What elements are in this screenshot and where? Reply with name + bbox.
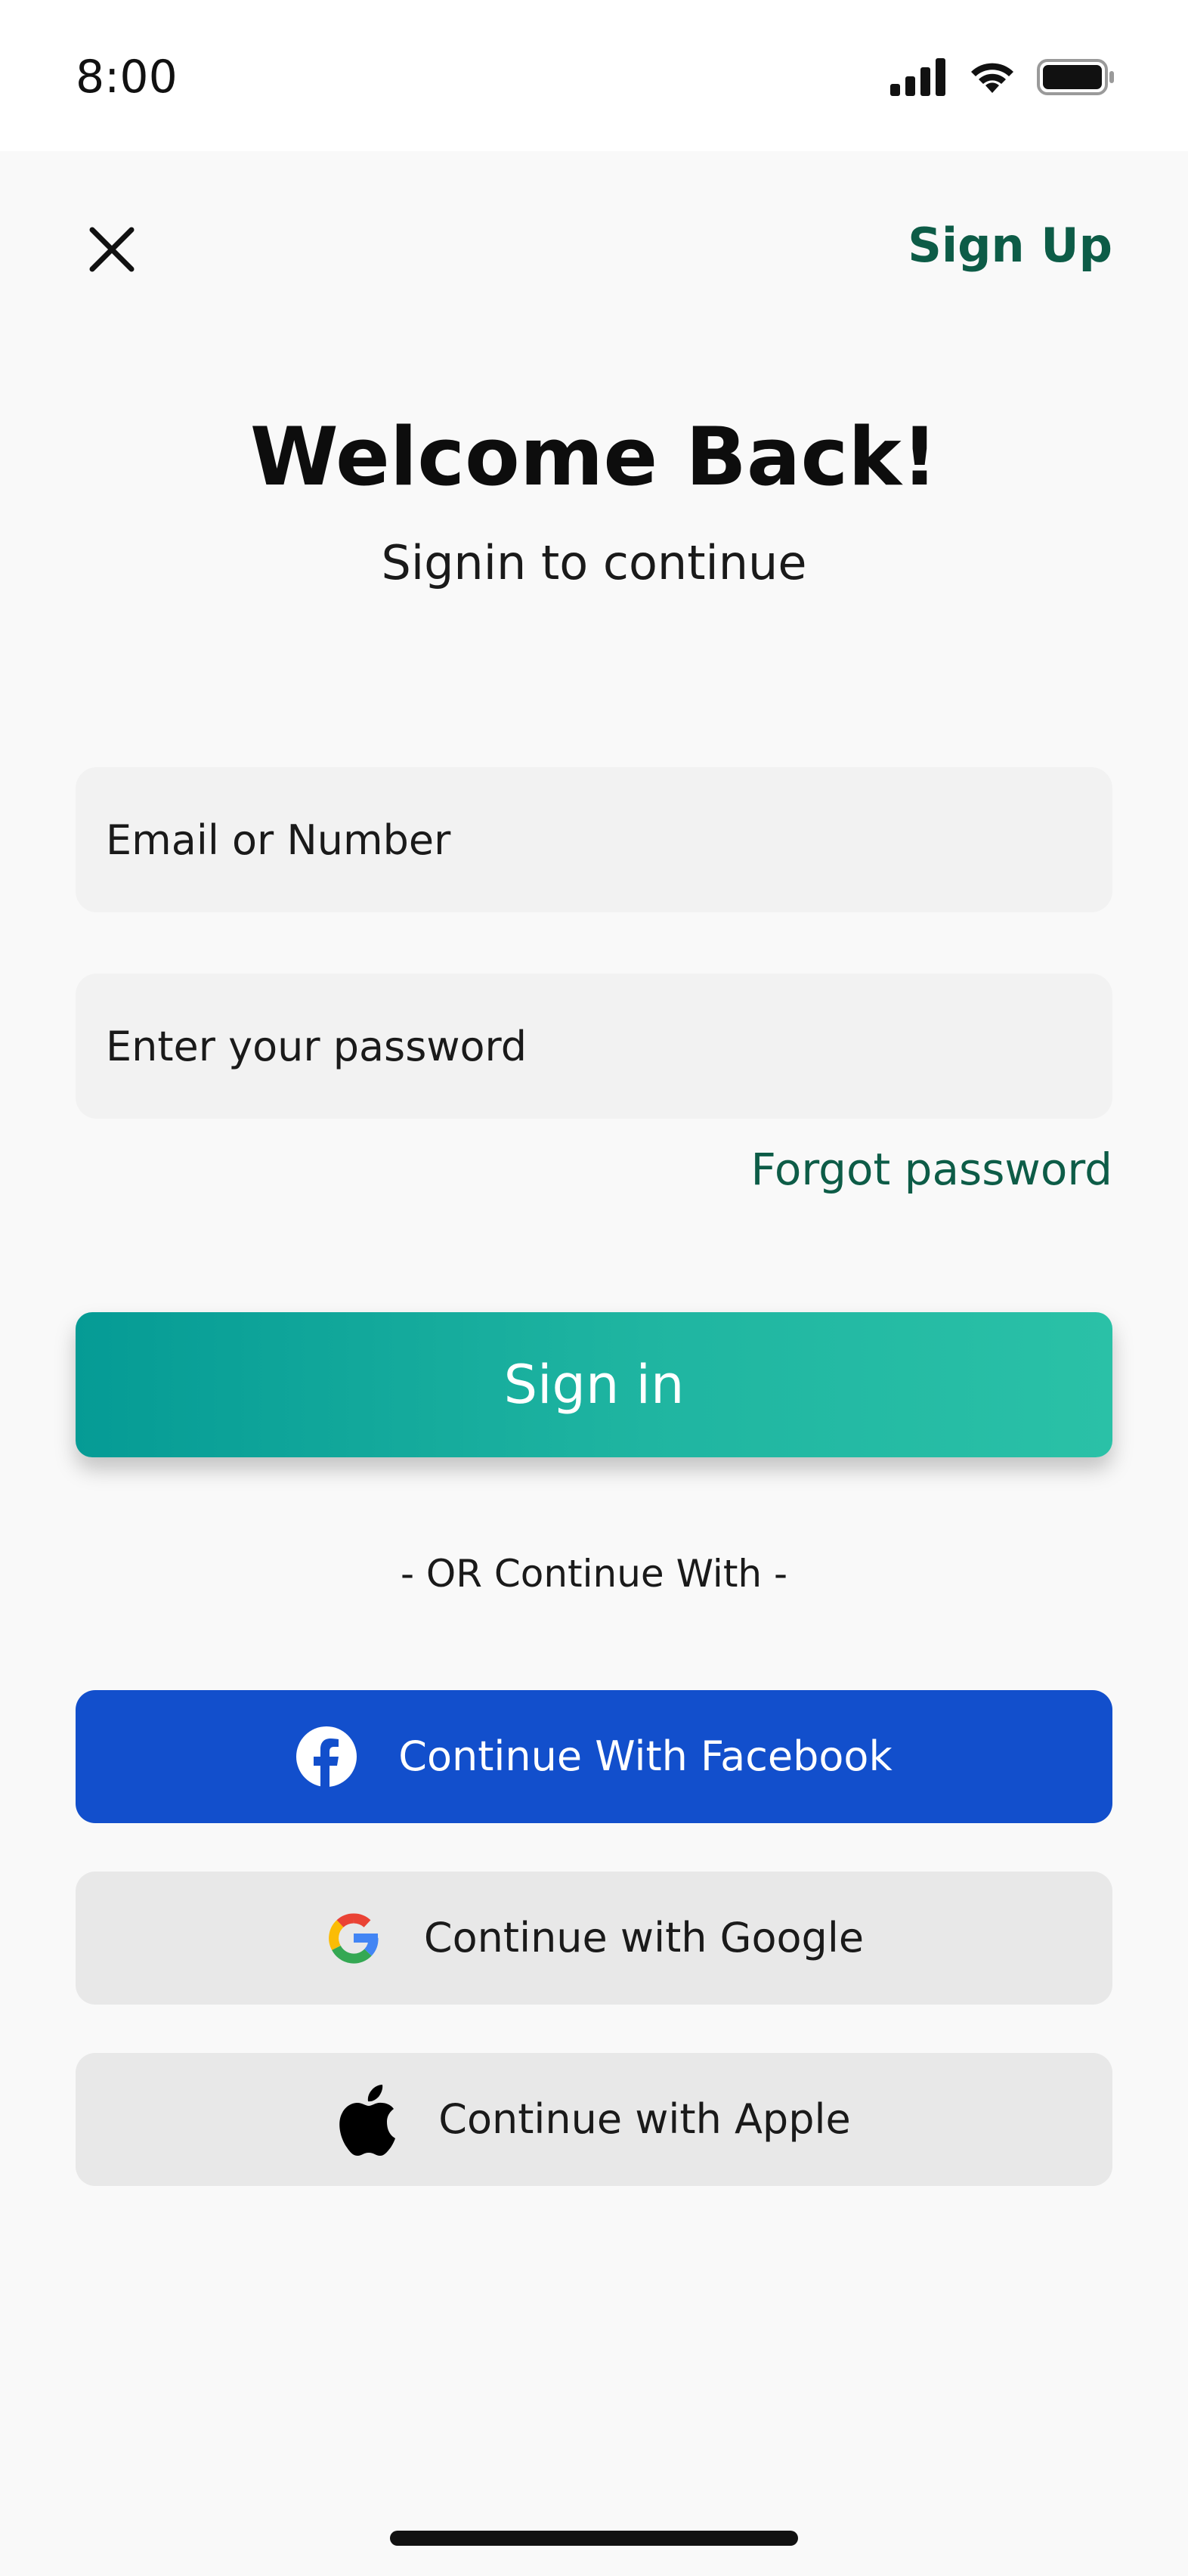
apple-icon: [339, 2085, 396, 2156]
status-bar: 8:00: [0, 0, 1188, 151]
email-field[interactable]: [76, 767, 1112, 912]
facebook-button-label: Continue With Facebook: [398, 1732, 893, 1780]
google-button[interactable]: Continue with Google: [76, 1872, 1112, 2005]
google-icon: [329, 1913, 379, 1964]
status-time: 8:00: [76, 51, 178, 104]
google-button-label: Continue with Google: [423, 1914, 865, 1961]
sign-up-link[interactable]: Sign Up: [908, 213, 1112, 278]
apple-button-label: Continue with Apple: [438, 2095, 851, 2143]
apple-button[interactable]: Continue with Apple: [76, 2053, 1112, 2186]
or-divider: - OR Continue With -: [400, 1552, 788, 1596]
facebook-button[interactable]: Continue With Facebook: [76, 1690, 1112, 1823]
wifi-icon: [971, 63, 1013, 93]
cellular-signal-icon: [890, 58, 945, 96]
status-icons: [890, 54, 1115, 100]
sign-in-button[interactable]: Sign in: [76, 1312, 1112, 1457]
home-indicator[interactable]: [390, 2531, 798, 2546]
close-icon: [89, 227, 135, 272]
password-field[interactable]: [76, 974, 1112, 1119]
page-subtitle: Signin to continue: [381, 535, 807, 590]
forgot-password-link[interactable]: Forgot password: [751, 1138, 1112, 1201]
page-title: Welcome Back!: [249, 410, 939, 503]
battery-icon: [1037, 59, 1114, 95]
facebook-icon: [296, 1726, 357, 1788]
close-button[interactable]: [82, 219, 142, 280]
